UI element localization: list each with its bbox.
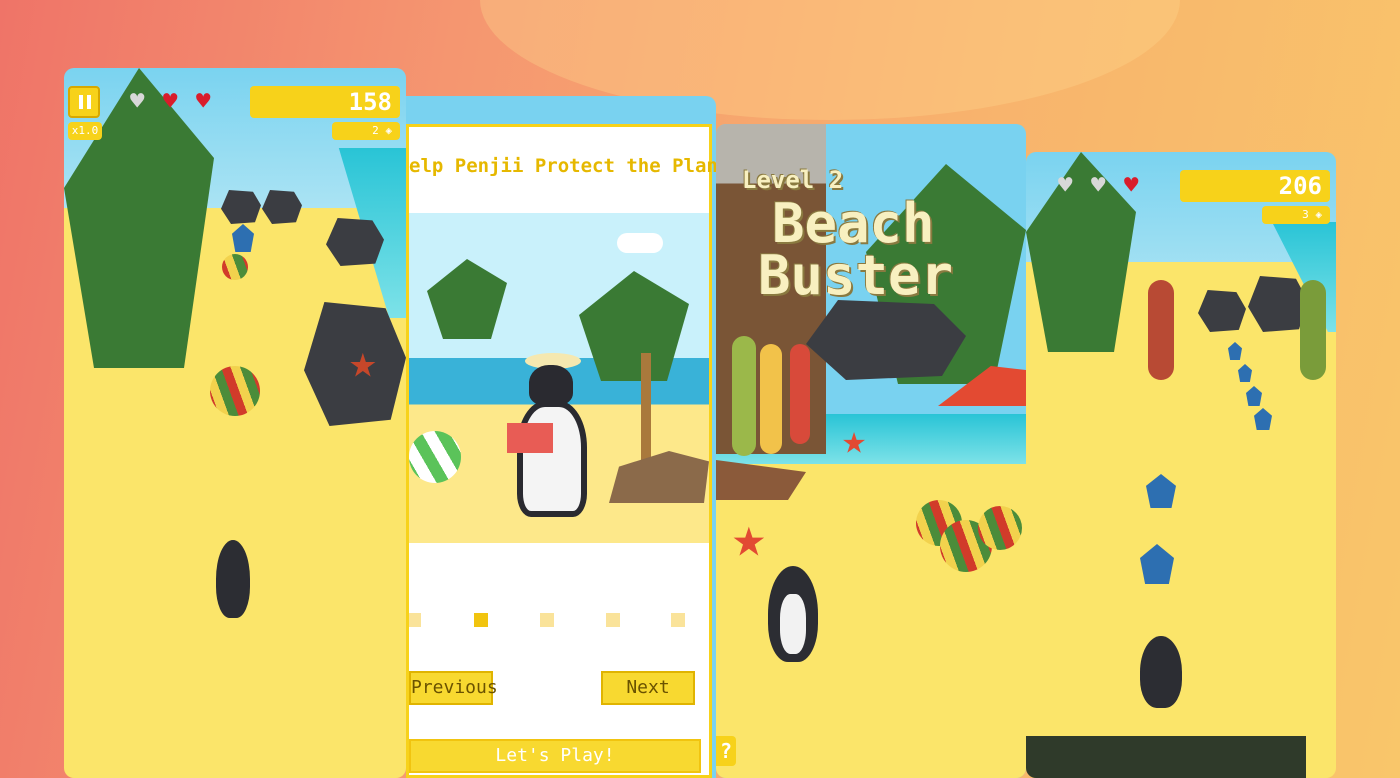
- surfboard: [1300, 280, 1326, 380]
- lets-play-button[interactable]: Let's Play!: [409, 739, 701, 773]
- page-dot-active[interactable]: [474, 613, 488, 627]
- starfish-icon: ★: [349, 334, 377, 388]
- gem-counter: 2 ◈: [332, 122, 400, 140]
- page-dot[interactable]: [540, 613, 554, 627]
- penguin-player: [216, 540, 250, 618]
- pause-icon: [79, 95, 83, 109]
- level-intro-screen: ★ ★ Level 2 Beach Buster ?: [716, 124, 1026, 778]
- pause-button[interactable]: [68, 86, 100, 118]
- surfboard: [790, 344, 810, 444]
- starfish-icon: ★: [842, 417, 867, 463]
- level-title-line-2: Buster: [758, 244, 954, 307]
- wooden-fence: [1026, 736, 1306, 778]
- heart-full-icon: ♥: [1124, 171, 1139, 199]
- diamond-icon: ◈: [385, 124, 392, 137]
- gameplay-screen-1: ★ x1.0 ♥ ♥ ♥ 158 2 ◈: [64, 68, 406, 778]
- heart-empty-icon: ♥: [1058, 171, 1073, 199]
- surfboard: [1148, 280, 1174, 380]
- heart-full-icon: ♥: [196, 87, 211, 115]
- page-dot[interactable]: [671, 613, 685, 627]
- gem-counter: 3 ◈: [1262, 206, 1330, 224]
- palm-tree: [427, 259, 507, 339]
- page-dot[interactable]: [606, 613, 620, 627]
- tutorial-card: elp Penjii Protect the Planet Previous N…: [406, 124, 716, 778]
- palm-trunk: [641, 353, 651, 463]
- heart-full-icon: ♥: [163, 87, 178, 115]
- previous-button[interactable]: Previous: [409, 671, 498, 705]
- starfish-icon: ★: [732, 505, 766, 570]
- gem-count: 2: [372, 124, 379, 137]
- score-display: 206: [1180, 170, 1330, 202]
- rock: [806, 300, 966, 380]
- gem-count: 3: [1302, 208, 1309, 221]
- heart-empty-icon: ♥: [130, 87, 145, 115]
- penguin-character: [507, 353, 591, 523]
- penguin-player: [1140, 636, 1182, 708]
- tutorial-title: elp Penjii Protect the Planet: [409, 155, 716, 177]
- tutorial-illustration: [409, 213, 709, 543]
- score-display: 158: [250, 86, 400, 118]
- beach-ball: [210, 366, 260, 416]
- palm-tree: [579, 271, 689, 381]
- speed-multiplier-badge: x1.0: [68, 122, 102, 140]
- rock: [609, 451, 709, 503]
- laptop-icon: [507, 423, 553, 453]
- penguin-head: [529, 365, 573, 405]
- surfboard: [760, 344, 782, 454]
- page-dot[interactable]: [409, 613, 421, 627]
- help-button[interactable]: ?: [716, 736, 736, 766]
- gameplay-screen-2: ♥ ♥ ♥ 206 3 ◈: [1026, 152, 1336, 778]
- surfboard: [732, 336, 756, 456]
- beach-sand: [716, 454, 1026, 778]
- beach-ball: [222, 254, 248, 280]
- cloud-icon: [617, 233, 663, 253]
- beach-ball: [409, 431, 461, 483]
- tutorial-screen: elp Penjii Protect the Planet Previous N…: [406, 96, 716, 778]
- level-number-label: Level 2: [742, 166, 844, 194]
- pause-icon-bar: [87, 95, 91, 109]
- diamond-icon: ◈: [1315, 208, 1322, 221]
- penguin-body: [517, 401, 587, 517]
- next-button[interactable]: Next: [601, 671, 695, 705]
- penguin-belly: [780, 594, 806, 654]
- heart-empty-icon: ♥: [1091, 171, 1106, 199]
- beach-ball: [978, 506, 1022, 550]
